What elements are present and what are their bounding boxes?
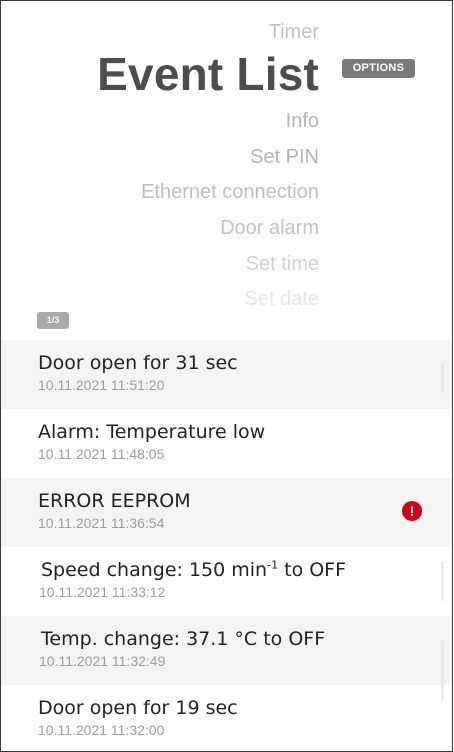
event-title-superscript: -1: [267, 558, 279, 572]
screen-frame: Timer Event List OPTIONS Info Set PIN Et…: [0, 0, 453, 752]
list-item[interactable]: Temp. change: 37.1 °C to OFF 10.11.2021 …: [1, 616, 452, 685]
list-item[interactable]: Speed change: 150 min-1 to OFF 10.11.202…: [1, 547, 452, 616]
menu-item-set-pin[interactable]: Set PIN: [250, 146, 319, 169]
page-title[interactable]: Event List: [97, 47, 319, 101]
list-item[interactable]: ERROR EEPROM 10.11.2021 11:36:54 !: [1, 478, 452, 547]
event-title: Temp. change: 37.1 °C to OFF: [41, 628, 326, 650]
event-timestamp: 10.11.2021 11:33:12: [39, 584, 166, 600]
error-exclamation-icon: !: [402, 501, 422, 521]
scroll-indicator: [441, 561, 444, 601]
list-item[interactable]: Alarm: Temperature low 10.11.2021 11:48:…: [1, 409, 452, 478]
event-title-suffix: to OFF: [278, 559, 347, 581]
menu-item-set-date[interactable]: Set date: [244, 288, 319, 311]
list-item[interactable]: Door open for 31 sec 10.11.2021 11:51:20: [1, 340, 452, 409]
menu-item-ethernet-connection[interactable]: Ethernet connection: [141, 181, 319, 204]
menu-item-info[interactable]: Info: [286, 110, 319, 133]
menu-item-timer[interactable]: Timer: [269, 21, 319, 44]
page-indicator-badge: 1/3: [37, 312, 69, 329]
event-title: Alarm: Temperature low: [38, 421, 266, 443]
event-title-prefix: Speed change: 150 min: [41, 559, 268, 581]
menu-item-set-time[interactable]: Set time: [246, 253, 319, 276]
scroll-indicator: [441, 363, 444, 393]
event-title: Door open for 31 sec: [38, 352, 238, 374]
event-timestamp: 10.11.2021 11:32:49: [39, 653, 166, 669]
event-timestamp: 10.11.2021 11:32:00: [38, 722, 165, 738]
event-title: Speed change: 150 min-1 to OFF: [41, 558, 452, 582]
event-timestamp: 10.11.2021 11:48:05: [38, 446, 165, 462]
scroll-indicator: [441, 641, 444, 701]
event-title: ERROR EEPROM: [38, 490, 191, 512]
menu-item-door-alarm[interactable]: Door alarm: [220, 217, 319, 240]
event-timestamp: 10.11.2021 11:51:20: [38, 377, 165, 393]
list-item[interactable]: Door open for 19 sec 10.11.2021 11:32:00: [1, 685, 452, 751]
event-title: Door open for 19 sec: [38, 697, 238, 719]
event-list[interactable]: Door open for 31 sec 10.11.2021 11:51:20…: [1, 340, 452, 751]
event-timestamp: 10.11.2021 11:36:54: [38, 515, 165, 531]
menu-wheel[interactable]: Timer Event List OPTIONS Info Set PIN Et…: [1, 1, 452, 341]
options-button[interactable]: OPTIONS: [342, 59, 415, 78]
